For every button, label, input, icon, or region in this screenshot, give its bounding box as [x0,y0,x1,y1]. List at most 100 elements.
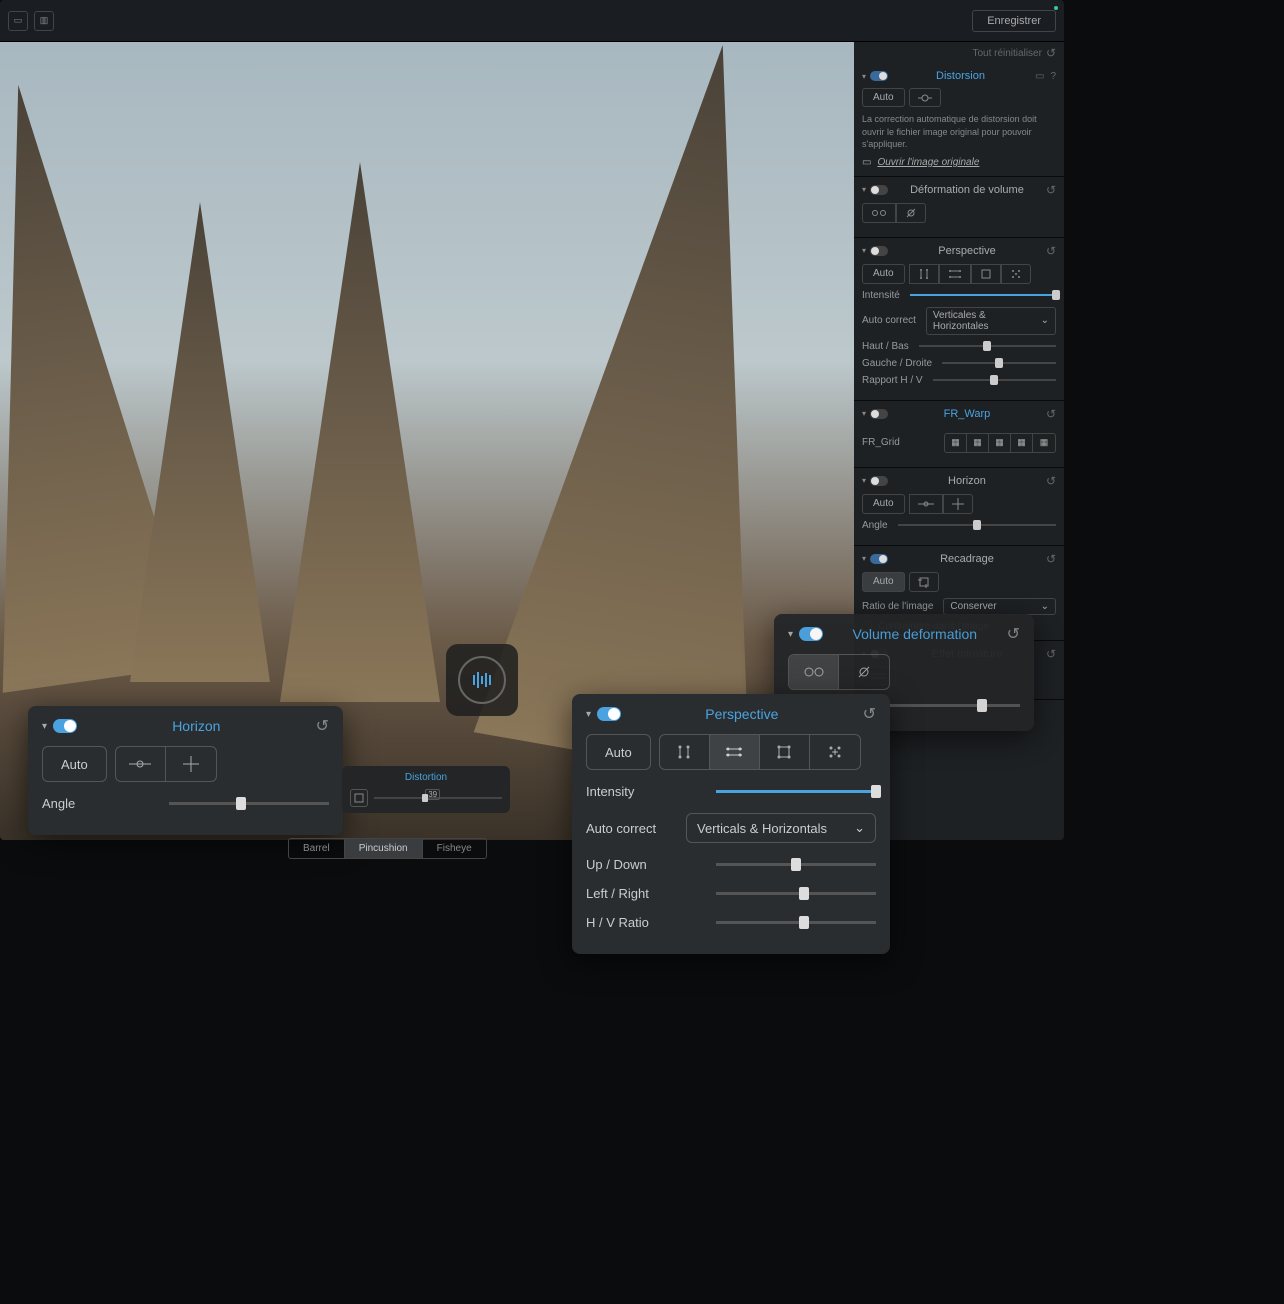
collapse-icon[interactable]: ▾ [862,72,866,81]
tab-fisheye[interactable]: Fisheye [423,839,486,858]
distortion-type-tabs: Barrel Pincushion Fisheye [288,838,487,859]
distortion-toggle[interactable] [870,71,888,81]
perspective-8point-button[interactable] [1001,264,1031,284]
volume-mode-diagonal-button[interactable] [896,203,926,223]
perspective-rectangle-button[interactable] [760,735,810,769]
section-horizon: ▾ Horizon ↺ Auto Angle [854,468,1064,546]
crop-toggle[interactable] [870,554,888,564]
angle-label: Angle [862,520,888,531]
horizon-panel: ▾ Horizon ↺ Auto Angle [28,706,343,835]
crop-auto-button[interactable]: Auto [862,572,905,592]
perspective-rectangle-button[interactable] [971,264,1001,284]
section-distortion: ▾ Distorsion ▭ ? Auto La correction auto… [854,64,1064,177]
autocorrect-dropdown[interactable]: Verticales & Horizontales⌄ [926,307,1056,335]
perspective-force-parallel-button[interactable] [939,264,971,284]
grid-option-1[interactable]: ▦ [945,434,967,452]
distortion-manual-button[interactable] [909,88,941,107]
leftright-slider[interactable] [716,892,876,895]
autocorrect-dropdown[interactable]: Verticals & Horizontals⌄ [686,813,876,843]
reset-all-button[interactable]: Tout réinitialiser [972,48,1041,59]
hvratio-label: H / V Ratio [586,915,649,930]
warp-toggle[interactable] [870,409,888,419]
mask-icon[interactable]: ▭ [1035,71,1044,82]
horizon-angle-slider[interactable] [169,802,329,805]
intensity-slider[interactable] [716,790,876,793]
grid-option-2[interactable]: ▦ [967,434,989,452]
reset-icon[interactable]: ↺ [1046,407,1056,421]
photo-content [280,162,440,702]
reset-icon[interactable]: ↺ [1046,474,1056,488]
local-adjustments-button[interactable] [446,644,518,716]
reset-icon[interactable]: ↺ [1007,624,1020,644]
horizon-rotate-button[interactable] [943,494,973,514]
distortion-mini-panel: Distortion 39 [342,766,510,813]
ratio-dropdown[interactable]: Conserver⌄ [943,598,1056,615]
reset-icon[interactable]: ↺ [1046,647,1056,661]
volume-mode-horizontal-button[interactable] [862,203,896,223]
volume-panel-toggle[interactable] [799,627,823,641]
photo-content [130,202,270,682]
horizon-auto-button[interactable]: Auto [42,746,107,782]
layout-1-button[interactable]: ▭ [8,11,28,31]
distortion-auto-button[interactable]: Auto [862,88,905,107]
help-icon[interactable]: ? [1050,71,1056,82]
perspective-vertical-button[interactable] [909,264,939,284]
reset-icon[interactable]: ↺ [316,716,329,736]
leftright-slider[interactable] [942,362,1056,364]
collapse-icon[interactable]: ▾ [586,709,591,720]
warp-grid-buttons: ▦ ▦ ▦ ▦ ▦ [944,433,1056,453]
perspective-auto-button[interactable]: Auto [586,734,651,770]
collapse-icon[interactable]: ▾ [862,554,866,563]
save-button[interactable]: Enregistrer [972,10,1056,32]
distortion-slider[interactable]: 39 [374,797,502,799]
updown-slider[interactable] [919,345,1056,347]
panel-title: Perspective [627,706,857,722]
horizon-level-tool-button[interactable] [116,747,166,781]
volume-toggle[interactable] [870,185,888,195]
section-title: Recadrage [892,553,1042,565]
tab-barrel[interactable]: Barrel [289,839,345,858]
layout-2-button[interactable]: ▥ [34,11,54,31]
hvratio-slider[interactable] [933,379,1056,381]
perspective-toggle[interactable] [870,246,888,256]
perspective-vertical-button[interactable] [660,735,710,769]
volume-diagonal-button[interactable] [839,655,889,689]
perspective-force-parallel-button[interactable] [710,735,760,769]
collapse-icon[interactable]: ▾ [862,246,866,255]
hvratio-slider[interactable] [716,921,876,924]
collapse-icon[interactable]: ▾ [862,185,866,194]
perspective-auto-button[interactable]: Auto [862,264,905,284]
reset-icon[interactable]: ↺ [1046,552,1056,566]
horizon-angle-slider[interactable] [898,524,1056,526]
angle-label: Angle [42,796,75,811]
horizon-level-button[interactable] [909,494,943,514]
collapse-icon[interactable]: ▾ [788,629,793,640]
grid-option-3[interactable]: ▦ [989,434,1011,452]
open-original-link[interactable]: Ouvrir l'image originale [877,157,979,168]
intensity-slider[interactable] [910,294,1056,296]
grid-option-4[interactable]: ▦ [1011,434,1033,452]
perspective-8point-button[interactable] [810,735,860,769]
grid-option-5[interactable]: ▦ [1033,434,1055,452]
leftright-label: Gauche / Droite [862,358,932,369]
horizon-auto-button[interactable]: Auto [862,494,905,514]
horizon-rotate-tool-button[interactable] [166,747,216,781]
collapse-icon[interactable]: ▾ [862,409,866,418]
distortion-note: La correction automatique de distorsion … [862,113,1056,151]
reset-icon[interactable]: ↺ [863,704,876,724]
collapse-icon[interactable]: ▾ [862,476,866,485]
status-dot-icon [1054,6,1058,10]
crop-tool-button[interactable] [909,572,939,592]
reset-all-icon[interactable]: ↺ [1046,46,1056,60]
tab-pincushion[interactable]: Pincushion [345,839,423,858]
reset-icon[interactable]: ↺ [1046,244,1056,258]
horizon-toggle[interactable] [870,476,888,486]
updown-slider[interactable] [716,863,876,866]
volume-horizontal-button[interactable] [789,655,839,689]
reset-icon[interactable]: ↺ [1046,183,1056,197]
distortion-tool-button[interactable] [350,789,368,807]
collapse-icon[interactable]: ▾ [42,721,47,732]
perspective-panel-toggle[interactable] [597,707,621,721]
section-title: FR_Warp [892,408,1042,420]
horizon-panel-toggle[interactable] [53,719,77,733]
